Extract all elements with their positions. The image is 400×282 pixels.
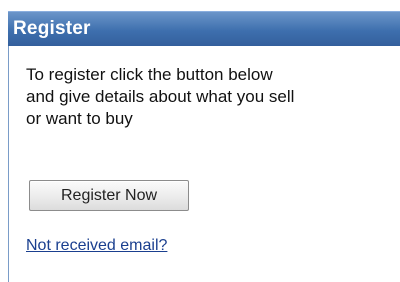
instructions-line-1: To register click the button below <box>26 65 273 84</box>
register-panel: Register To register click the button be… <box>0 0 400 282</box>
panel-header: Register <box>8 11 400 46</box>
not-received-email-link[interactable]: Not received email? <box>26 237 167 255</box>
instructions-line-3: or want to buy <box>26 109 133 128</box>
register-instructions: To register click the button below and g… <box>26 64 376 130</box>
panel-title: Register <box>13 18 91 39</box>
register-now-button[interactable]: Register Now <box>29 180 189 211</box>
instructions-line-2: and give details about what you sell <box>26 87 295 106</box>
panel-body: To register click the button below and g… <box>8 46 400 282</box>
